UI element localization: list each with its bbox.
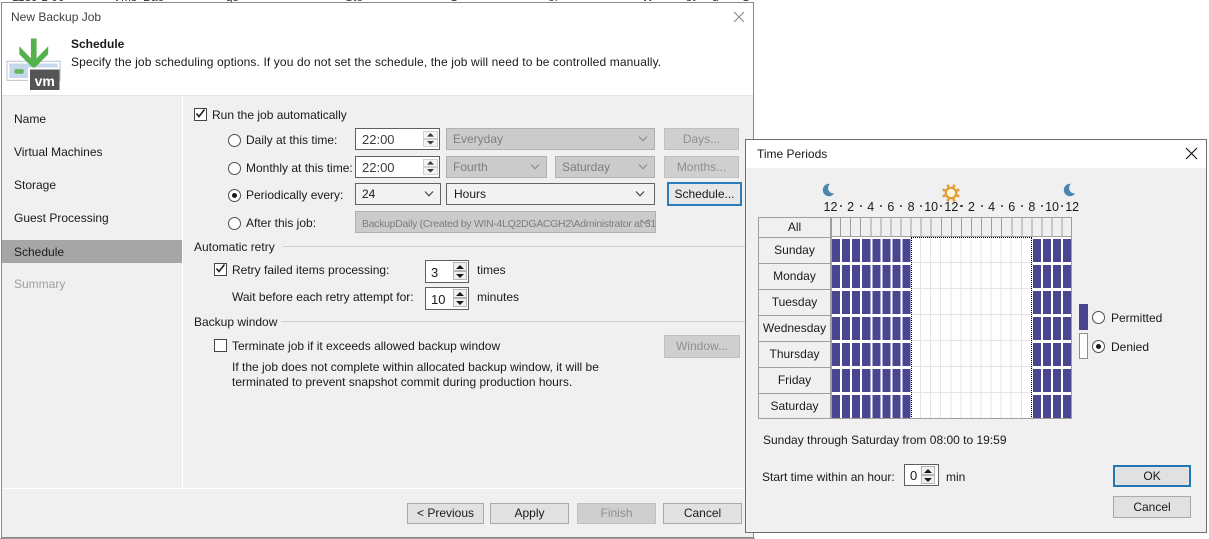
svg-text:vm: vm — [35, 73, 55, 89]
